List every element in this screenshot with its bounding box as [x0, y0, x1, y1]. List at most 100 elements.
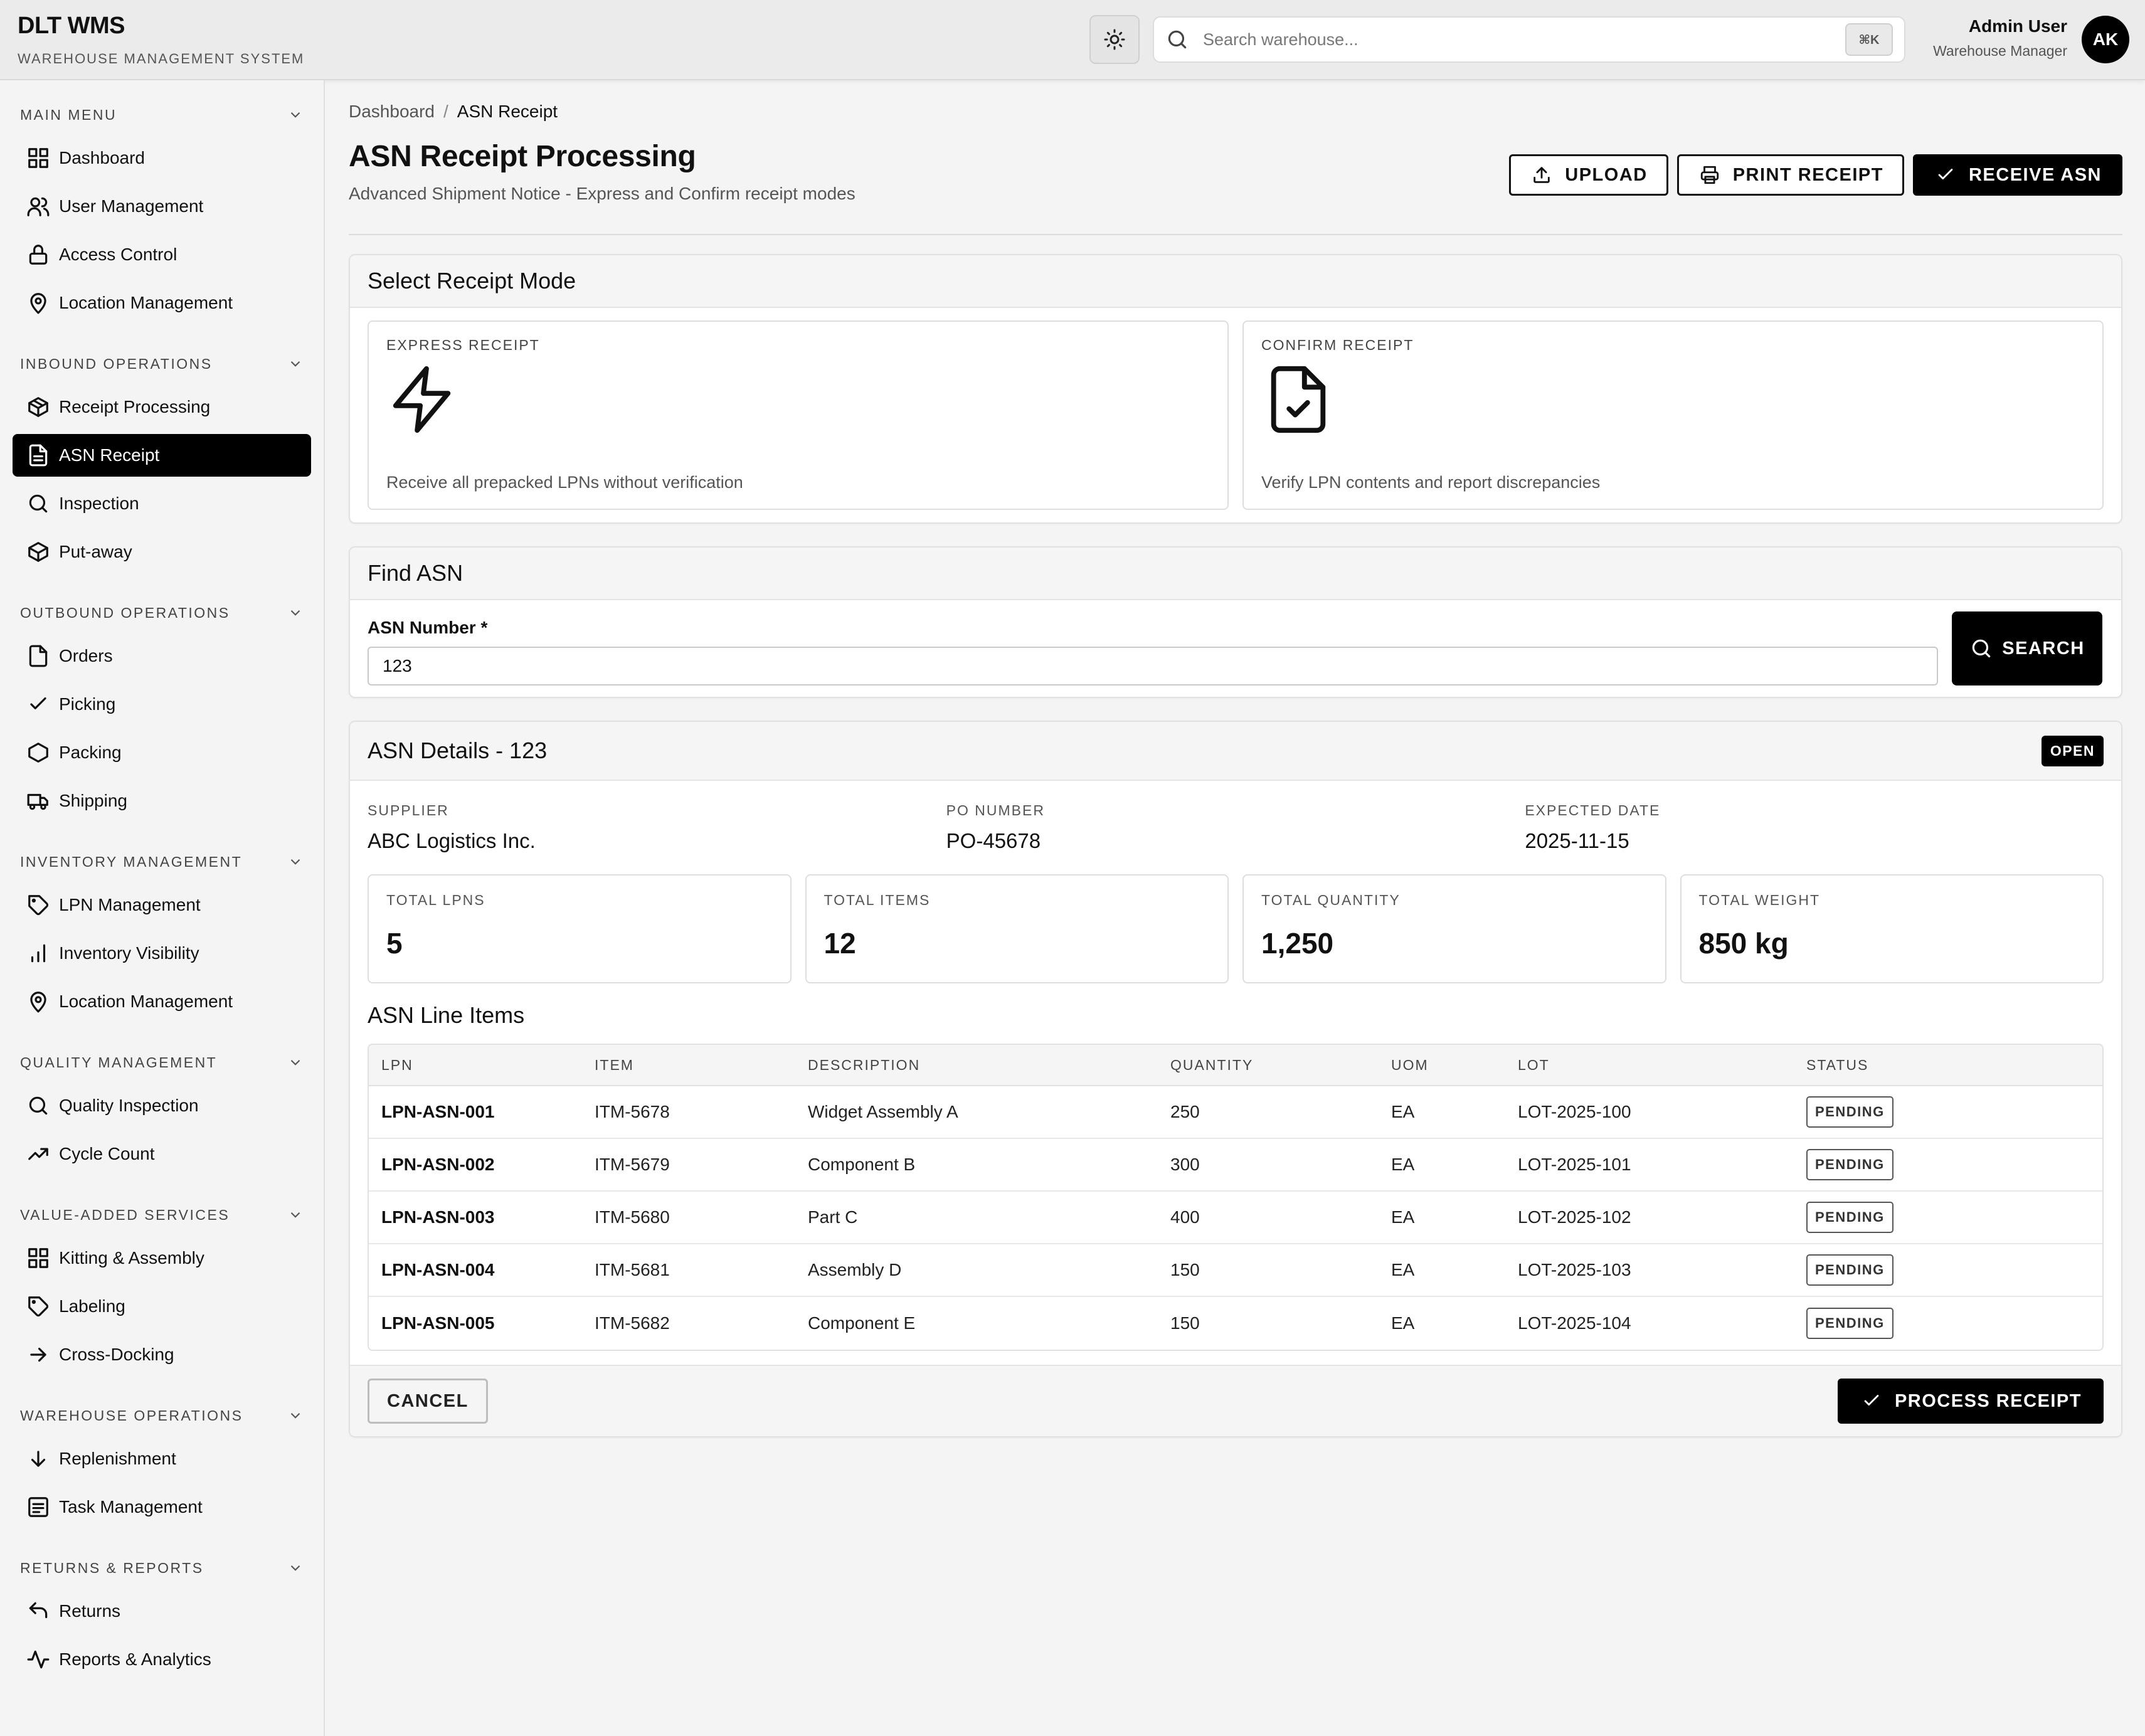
search-button[interactable]: SEARCH: [1952, 611, 2102, 685]
search-button-label: SEARCH: [2002, 638, 2085, 659]
receive-asn-label: RECEIVE ASN: [1968, 164, 2102, 185]
stat-total-quantity: TOTAL QUANTITY 1,250: [1242, 874, 1666, 983]
column-header-quantity[interactable]: QUANTITY: [1158, 1045, 1379, 1086]
meta-value: ABC Logistics Inc.: [368, 829, 536, 852]
cancel-button[interactable]: CANCEL: [368, 1379, 488, 1424]
sidebar-list: Quality Inspection Cycle Count: [0, 1084, 324, 1175]
table-row[interactable]: LPN-ASN-003 ITM-5680 Part C 400 EA LOT-2025-1…: [369, 1192, 2102, 1244]
column-header-lpn[interactable]: LPN: [369, 1045, 582, 1086]
sidebar-section-header[interactable]: VALUE-ADDED SERVICES: [20, 1200, 304, 1229]
column-header-status[interactable]: STATUS: [1794, 1045, 2102, 1086]
sidebar-item-put-away[interactable]: Put-away: [13, 531, 311, 573]
sidebar-list: Dashboard User Management Access Control Lo…: [0, 137, 324, 324]
cell-item: ITM-5682: [595, 1313, 670, 1333]
sidebar-section-header[interactable]: MAIN MENU: [20, 100, 304, 129]
breadcrumb-current: ASN Receipt: [457, 102, 558, 121]
column-header-description[interactable]: DESCRIPTION: [795, 1045, 1158, 1086]
page-actions: UPLOAD PRINT RECEIPT RECEIVE ASN: [1509, 154, 2122, 196]
sidebar-item-label: Orders: [59, 646, 113, 665]
sidebar-item-access-control[interactable]: Access Control: [13, 233, 311, 276]
sidebar-item-quality-inspection[interactable]: Quality Inspection: [13, 1084, 311, 1127]
cell-uom: EA: [1379, 1139, 1505, 1192]
sidebar-item-cross-docking[interactable]: Cross-Docking: [13, 1333, 311, 1376]
cell-uom: EA: [1379, 1086, 1505, 1139]
cell-description: Widget Assembly A: [795, 1086, 1158, 1139]
breadcrumb-dashboard-link[interactable]: Dashboard: [349, 102, 435, 122]
status-badge: PENDING: [1806, 1308, 1893, 1339]
sidebar-section-quality-management: QUALITY MANAGEMENT Quality Inspection Cycl…: [0, 1048, 324, 1175]
user-info[interactable]: Admin User Warehouse Manager: [1933, 16, 2067, 60]
receive-asn-button[interactable]: RECEIVE ASN: [1912, 154, 2122, 196]
sidebar-item-replenishment[interactable]: Replenishment: [13, 1437, 311, 1480]
sidebar-item-kitting-and-assembly[interactable]: Kitting & Assembly: [13, 1237, 311, 1279]
line-items-title: ASN Line Items: [368, 1002, 525, 1028]
sidebar-item-shipping[interactable]: Shipping: [13, 780, 311, 822]
cell-description: Component B: [795, 1139, 1158, 1192]
column-header-lot[interactable]: LOT: [1505, 1045, 1794, 1086]
sidebar-item-user-management[interactable]: User Management: [13, 185, 311, 228]
print-receipt-button[interactable]: PRINT RECEIPT: [1676, 154, 1904, 196]
sidebar-item-asn-receipt[interactable]: ASN Receipt: [13, 434, 311, 477]
confirm-receipt-option[interactable]: CONFIRM RECEIPT Verify LPN contents and …: [1242, 320, 2104, 510]
stat-label: TOTAL LPNS: [386, 892, 485, 908]
sidebar-item-label: Reports & Analytics: [59, 1649, 211, 1669]
sidebar-item-task-management[interactable]: Task Management: [13, 1486, 311, 1528]
sidebar-item-dashboard[interactable]: Dashboard: [13, 137, 311, 179]
file-icon: [26, 644, 50, 668]
sidebar-section-value-added-services: VALUE-ADDED SERVICES Kitting & Assembly La…: [0, 1200, 324, 1376]
sidebar-item-label: Put-away: [59, 542, 132, 561]
avatar[interactable]: AK: [2082, 16, 2129, 63]
table-row[interactable]: LPN-ASN-004 ITM-5681 Assembly D 150 EA LOT-20…: [369, 1244, 2102, 1297]
box-icon: [26, 540, 50, 564]
sidebar-section-header[interactable]: INVENTORY MANAGEMENT: [20, 847, 304, 876]
theme-toggle-button[interactable]: [1089, 15, 1140, 64]
sidebar-section-header[interactable]: WAREHOUSE OPERATIONS: [20, 1401, 304, 1430]
chevron-down-icon: [287, 854, 304, 870]
status-badge: PENDING: [1806, 1096, 1893, 1128]
sidebar-list: Orders Picking Packing Shipping: [0, 635, 324, 822]
search-icon: [26, 1094, 50, 1118]
sidebar-item-lpn-management[interactable]: LPN Management: [13, 884, 311, 926]
sidebar-section-header[interactable]: OUTBOUND OPERATIONS: [20, 598, 304, 627]
chevron-down-icon: [287, 356, 304, 372]
sidebar-section-header[interactable]: INBOUND OPERATIONS: [20, 349, 304, 378]
sidebar-item-label: Location Management: [59, 992, 233, 1011]
table-row[interactable]: LPN-ASN-001 ITM-5678 Widget Assembly A 250 E…: [369, 1086, 2102, 1139]
status-cell: PENDING: [1794, 1086, 2102, 1139]
sidebar-item-returns[interactable]: Returns: [13, 1590, 311, 1633]
sidebar-section-header[interactable]: QUALITY MANAGEMENT: [20, 1048, 304, 1077]
global-search[interactable]: ⌘K: [1153, 16, 1905, 63]
sidebar-item-reports-and-analytics[interactable]: Reports & Analytics: [13, 1638, 311, 1681]
search-input[interactable]: [1203, 29, 1845, 50]
cell-quantity: 150: [1158, 1244, 1379, 1297]
sidebar-item-label: Labeling: [59, 1296, 125, 1316]
upload-button[interactable]: UPLOAD: [1509, 154, 1668, 196]
sidebar-list: Kitting & Assembly Labeling Cross-Docking: [0, 1237, 324, 1376]
sidebar-item-orders[interactable]: Orders: [13, 635, 311, 677]
sidebar-item-location-management[interactable]: Location Management: [13, 980, 311, 1023]
stat-total-items: TOTAL ITEMS 12: [805, 874, 1229, 983]
sidebar-item-picking[interactable]: Picking: [13, 683, 311, 726]
sidebar-item-receipt-processing[interactable]: Receipt Processing: [13, 386, 311, 428]
column-header-item[interactable]: ITEM: [582, 1045, 795, 1086]
truck-icon: [26, 789, 50, 813]
sidebar-item-inspection[interactable]: Inspection: [13, 482, 311, 525]
express-receipt-option[interactable]: EXPRESS RECEIPT Receive all prepacked LP…: [368, 320, 1229, 510]
table-row[interactable]: LPN-ASN-002 ITM-5679 Component B 300 EA LOT-2…: [369, 1139, 2102, 1192]
sidebar-item-location-management[interactable]: Location Management: [13, 282, 311, 324]
sidebar-item-labeling[interactable]: Labeling: [13, 1285, 311, 1328]
chevron-down-icon: [287, 1560, 304, 1576]
sidebar-item-cycle-count[interactable]: Cycle Count: [13, 1133, 311, 1175]
meta-label: EXPECTED DATE: [1525, 802, 1661, 818]
sidebar-section-header[interactable]: RETURNS & REPORTS: [20, 1553, 304, 1582]
divider: [349, 234, 2122, 235]
sidebar-item-inventory-visibility[interactable]: Inventory Visibility: [13, 932, 311, 975]
sidebar-item-packing[interactable]: Packing: [13, 731, 311, 774]
bar-chart-icon: [26, 941, 50, 965]
sidebar-list: Returns Reports & Analytics: [0, 1590, 324, 1681]
column-header-uom[interactable]: UOM: [1379, 1045, 1505, 1086]
process-receipt-button[interactable]: PROCESS RECEIPT: [1837, 1379, 2104, 1424]
asn-number-input[interactable]: [368, 647, 1938, 685]
brand[interactable]: DLT WMS WAREHOUSE MANAGEMENT SYSTEM: [18, 13, 304, 67]
table-row[interactable]: LPN-ASN-005 ITM-5682 Component E 150 EA LOT-2…: [369, 1297, 2102, 1350]
